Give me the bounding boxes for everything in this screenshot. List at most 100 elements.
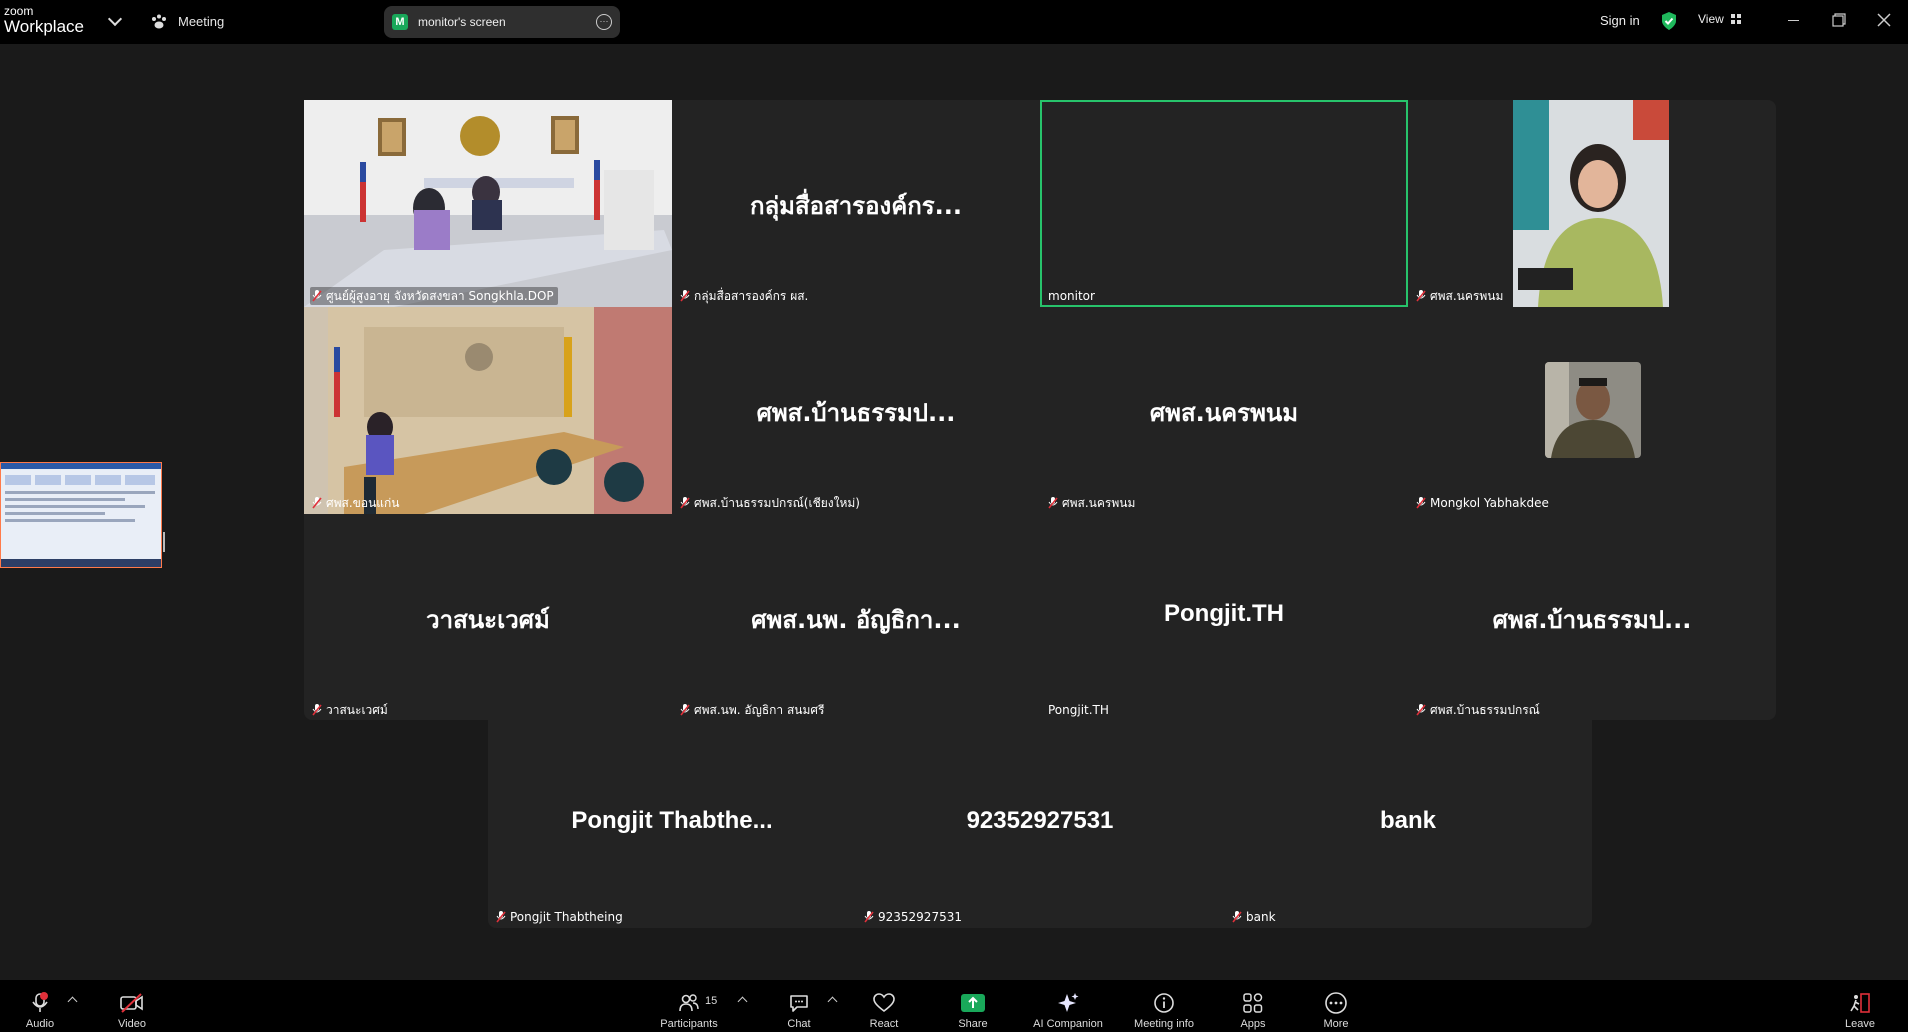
participant-name: ศพส.ขอนแก่น — [326, 495, 400, 510]
active-speaker-tile[interactable]: monitor — [1040, 100, 1408, 307]
more-button[interactable]: More — [1316, 992, 1356, 1030]
meeting-info-button[interactable]: Meeting info — [1128, 992, 1200, 1030]
logo-line2: Workplace — [4, 17, 84, 36]
participant-tile[interactable]: bank bank — [1224, 721, 1592, 928]
title-bar: zoom Workplace Meeting M monitor's scree… — [0, 0, 1908, 44]
participant-name: bank — [1246, 910, 1276, 924]
participant-tile[interactable]: ศพส.ขอนแก่น — [304, 307, 672, 514]
participant-display-name: ศพส.นครพนม — [1149, 399, 1299, 427]
shared-screen-preview — [1, 463, 161, 567]
participant-name-label: ศูนย์ผู้สูงอายุ จังหวัดสงขลา Songkhla.DO… — [310, 287, 558, 305]
mic-muted-icon — [312, 704, 322, 716]
minimize-icon[interactable] — [1788, 20, 1799, 21]
participant-display-name: bank — [1379, 807, 1436, 834]
participant-name-label: ศพส.บ้านธรรมปกรณ์(เชียงใหม่) — [678, 494, 864, 512]
logo-line1: zoom — [4, 4, 34, 18]
video-button[interactable]: Video — [112, 992, 152, 1030]
participant-display-name: วาสนะเวศม์ — [426, 606, 550, 634]
participants-count: 15 — [705, 995, 718, 1007]
video-label: Video — [118, 1018, 146, 1030]
participant-tile[interactable]: วาสนะเวศม์ วาสนะเวศม์ — [304, 514, 672, 721]
more-icon — [1325, 992, 1347, 1014]
participant-tile[interactable]: Mongkol Yabhakdee — [1408, 307, 1776, 514]
ai-companion-label: AI Companion — [1033, 1018, 1103, 1030]
shared-screen-thumbnail[interactable] — [0, 462, 162, 568]
participant-name-label: ศพส.บ้านธรรมปกรณ์ — [1414, 701, 1544, 719]
leave-button[interactable]: Leave — [1840, 992, 1880, 1030]
mic-muted-icon — [496, 911, 506, 923]
mic-muted-icon — [1416, 290, 1426, 302]
participant-tile[interactable]: Pongjit.TH Pongjit.TH — [1040, 514, 1408, 721]
ai-companion-button[interactable]: AI Companion — [1028, 992, 1108, 1030]
screen-share-label: monitor's screen — [418, 15, 506, 29]
participant-name: ศพส.บ้านธรรมปกรณ์(เชียงใหม่) — [694, 495, 860, 510]
mic-muted-icon — [864, 911, 874, 923]
participant-name-label: ศพส.นพ. อัญธิกา สนมศรี — [678, 701, 828, 719]
participant-tile[interactable]: Pongjit Thabthe... Pongjit Thabtheing — [488, 721, 856, 928]
participant-tile[interactable]: ศพส.บ้านธรรมป... ศพส.บ้านธรรมปกรณ์ — [1408, 514, 1776, 721]
participant-name: ศพส.นครพนม — [1430, 288, 1504, 303]
share-button[interactable]: Share — [953, 992, 993, 1030]
participant-display-name: 92352927531 — [966, 807, 1114, 834]
participant-name: 92352927531 — [878, 910, 962, 924]
paw-icon[interactable] — [150, 13, 168, 31]
chat-button[interactable]: Chat — [779, 992, 819, 1030]
participant-name: กลุ่มสื่อสารองค์กร ผส. — [694, 288, 809, 303]
participant-name: ศูนย์ผู้สูงอายุ จังหวัดสงขลา Songkhla.DO… — [326, 288, 554, 303]
screen-share-indicator[interactable]: M monitor's screen ··· — [384, 6, 620, 38]
participants-options-caret[interactable] — [737, 996, 748, 1007]
thumbnail-resize-handle[interactable] — [163, 532, 165, 552]
mic-muted-icon — [1048, 497, 1058, 509]
participant-tile[interactable]: ศพส.นครพนม ศพส.นครพนม — [1040, 307, 1408, 514]
participant-name: Pongjit.TH — [1048, 703, 1109, 717]
leave-label: Leave — [1845, 1018, 1875, 1030]
meeting-label[interactable]: Meeting — [178, 14, 224, 29]
sharer-avatar: M — [392, 14, 408, 30]
sign-in-link[interactable]: Sign in — [1600, 13, 1640, 28]
apps-button[interactable]: Apps — [1233, 992, 1273, 1030]
chat-options-caret[interactable] — [827, 996, 838, 1007]
participant-display-name: ศพส.นพ. อัญธิกา... — [751, 606, 961, 634]
apps-label: Apps — [1240, 1018, 1266, 1030]
participant-tile[interactable]: กลุ่มสื่อสารองค์กร... กลุ่มสื่อสารองค์กร… — [672, 100, 1040, 307]
zoom-workplace-logo: zoom Workplace — [4, 5, 84, 35]
view-button[interactable]: View — [1698, 12, 1724, 26]
more-options-icon[interactable]: ··· — [596, 14, 612, 30]
participant-photo — [1513, 100, 1669, 307]
share-screen-icon — [961, 994, 985, 1012]
participant-name-label: ศพส.ขอนแก่น — [310, 494, 403, 512]
participant-tile[interactable]: 92352927531 92352927531 — [856, 721, 1224, 928]
participant-avatar-photo — [1545, 362, 1641, 458]
react-button[interactable]: React — [864, 992, 904, 1030]
grid-view-icon[interactable] — [1731, 14, 1741, 24]
participant-name-label: 92352927531 — [862, 908, 966, 926]
participant-video — [304, 100, 672, 307]
participant-display-name: กลุ่มสื่อสารองค์กร... — [749, 192, 963, 220]
shield-check-icon[interactable] — [1660, 11, 1678, 31]
participant-name-label: bank — [1230, 908, 1280, 926]
share-label: Share — [958, 1018, 988, 1030]
participants-icon — [679, 994, 699, 1012]
video-off-icon — [120, 993, 143, 1013]
participant-display-name: Pongjit Thabthe... — [571, 807, 773, 834]
restore-icon[interactable] — [1832, 13, 1846, 27]
audio-options-caret[interactable] — [67, 996, 78, 1007]
participant-name-label: กลุ่มสื่อสารองค์กร ผส. — [678, 287, 812, 305]
participant-name-label: Pongjit.TH — [1046, 701, 1113, 719]
participant-name: Mongkol Yabhakdee — [1430, 496, 1549, 510]
participant-name: ศพส.นพ. อัญธิกา สนมศรี — [694, 702, 825, 717]
mic-muted-icon — [680, 704, 690, 716]
participant-tile[interactable]: ศพส.บ้านธรรมป... ศพส.บ้านธรรมปกรณ์(เชียง… — [672, 307, 1040, 514]
audio-button[interactable]: Audio — [20, 992, 60, 1030]
close-icon[interactable] — [1876, 12, 1892, 28]
participant-tile[interactable]: ศพส.นครพนม — [1408, 100, 1776, 307]
participant-tile[interactable]: ศูนย์ผู้สูงอายุ จังหวัดสงขลา Songkhla.DO… — [304, 100, 672, 307]
participant-display-name: Pongjit.TH — [1164, 600, 1284, 627]
more-label: More — [1323, 1018, 1349, 1030]
participant-name: Pongjit Thabtheing — [510, 910, 623, 924]
participant-display-name: ศพส.บ้านธรรมป... — [756, 399, 956, 427]
audio-label: Audio — [25, 1018, 55, 1030]
chevron-down-icon[interactable] — [107, 11, 123, 27]
participant-tile[interactable]: ศพส.นพ. อัญธิกา... ศพส.นพ. อัญธิกา สนมศร… — [672, 514, 1040, 721]
participant-name-label: monitor — [1046, 287, 1099, 305]
